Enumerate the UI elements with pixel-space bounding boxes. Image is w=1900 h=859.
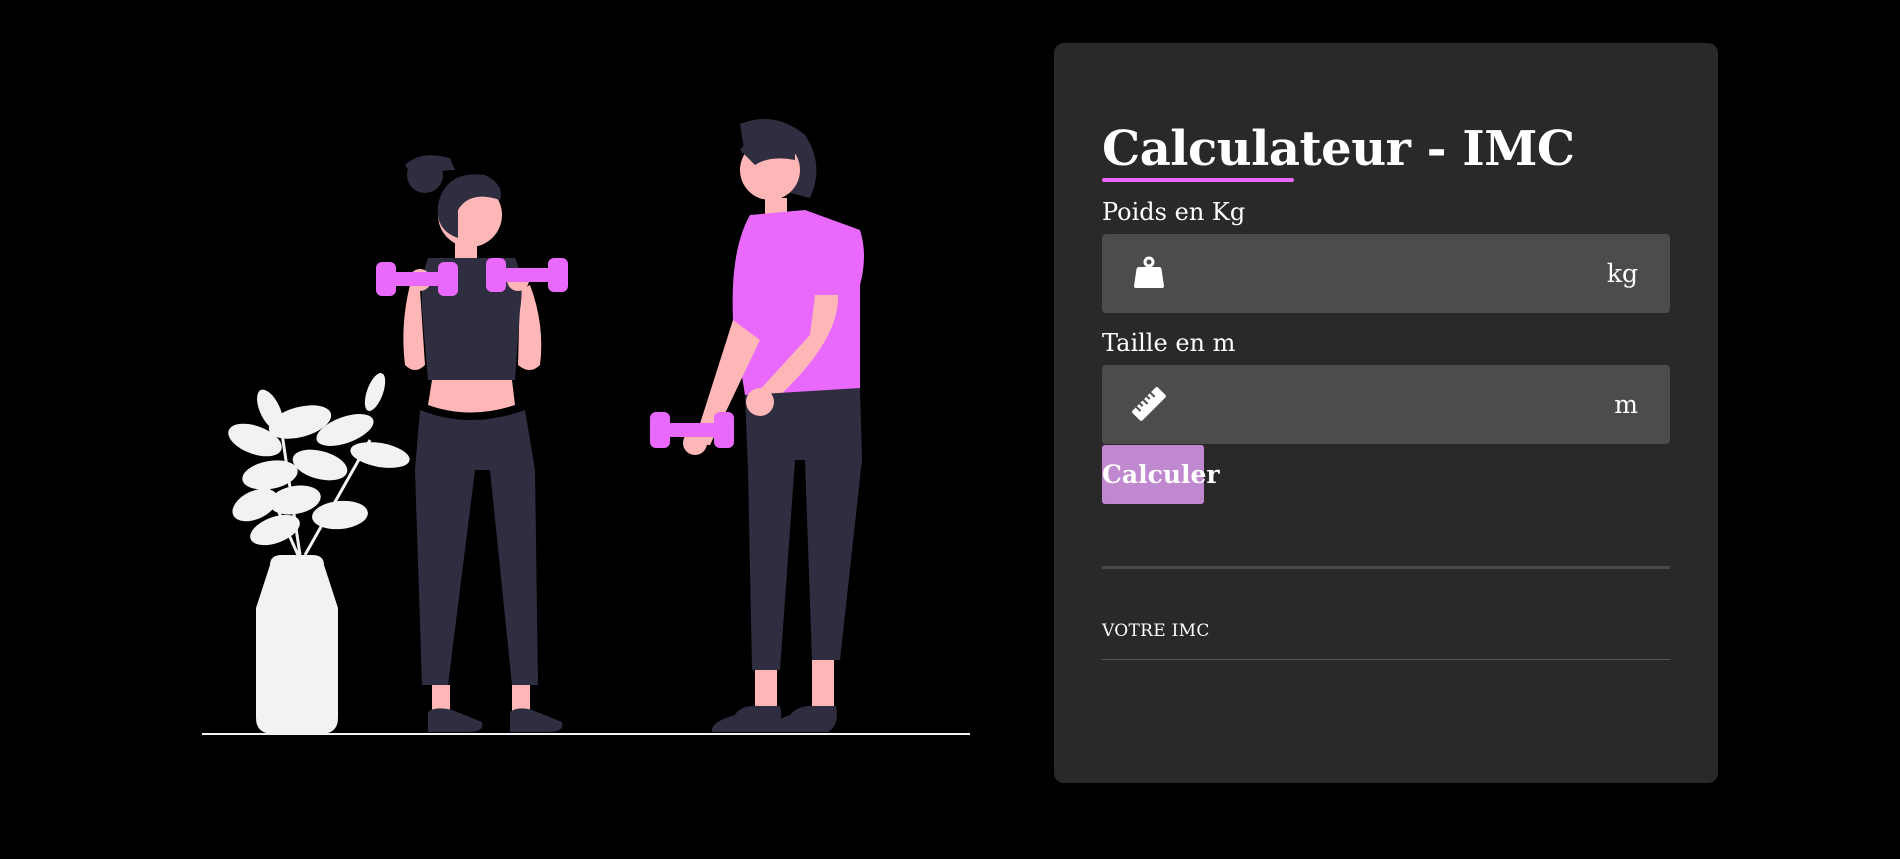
title-underline bbox=[1102, 177, 1294, 182]
result-underline bbox=[1102, 658, 1670, 660]
bmi-calculator-card: Calculateur - IMC Poids en Kg kg Taille … bbox=[1054, 43, 1718, 783]
weight-input-group: kg bbox=[1102, 233, 1670, 313]
man-figure bbox=[650, 118, 864, 732]
height-input-group: m bbox=[1102, 364, 1670, 444]
ruler-icon bbox=[1132, 386, 1166, 421]
height-input[interactable] bbox=[1182, 364, 1582, 444]
height-label: Taille en m bbox=[1102, 328, 1236, 357]
weight-input[interactable] bbox=[1182, 233, 1582, 313]
woman-figure bbox=[376, 155, 568, 732]
fitness-illustration bbox=[200, 110, 972, 740]
weight-icon bbox=[1132, 256, 1166, 290]
divider bbox=[1102, 565, 1670, 569]
bmi-result-label: VOTRE IMC bbox=[1102, 620, 1210, 641]
calculator-form: Calculateur - IMC Poids en Kg kg Taille … bbox=[1102, 123, 1670, 660]
plant bbox=[228, 373, 410, 734]
page-title: Calculateur - IMC bbox=[1102, 121, 1575, 177]
calculate-button[interactable]: Calculer bbox=[1102, 444, 1220, 504]
weight-label: Poids en Kg bbox=[1102, 197, 1246, 226]
height-unit: m bbox=[1614, 389, 1638, 419]
weight-unit: kg bbox=[1606, 258, 1638, 288]
page: Calculateur - IMC Poids en Kg kg Taille … bbox=[0, 0, 1900, 859]
